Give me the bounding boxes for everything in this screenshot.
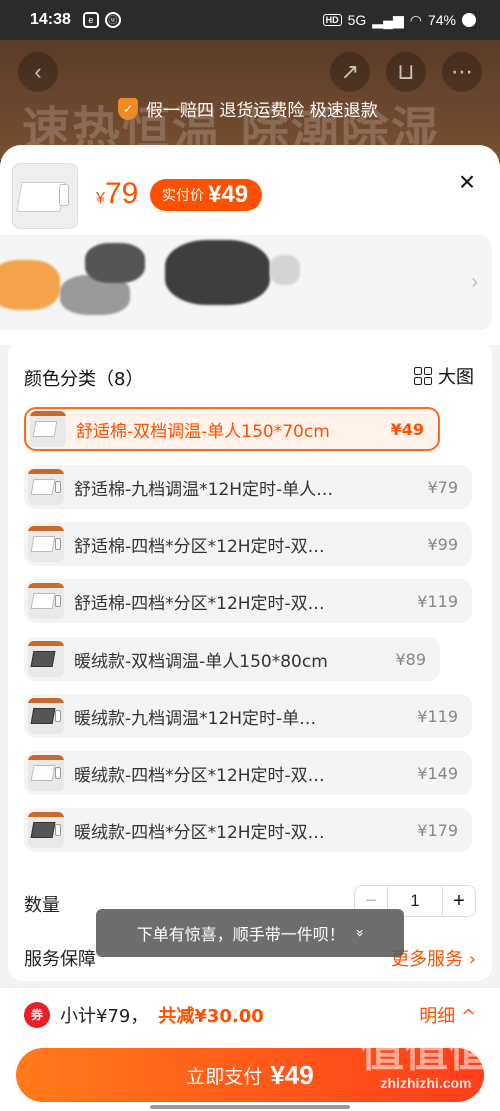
sku-option-price: ¥179 (417, 820, 458, 840)
chevron-right-icon: › (471, 271, 478, 293)
sku-option-price: ¥99 (427, 534, 458, 554)
sku-option-price: ¥79 (427, 477, 458, 497)
sku-option-name: 暖绒款-四档*分区*12H定时-双… (74, 822, 325, 843)
pay-label: 立即支付 (186, 1065, 263, 1088)
sku-option[interactable]: 暖绒款-四档*分区*12H定时-双… ¥179 (24, 808, 472, 852)
toast-chevron-icon: » (351, 928, 368, 938)
coupon-icon: 券 (24, 1002, 50, 1028)
promo-image-scribble (165, 240, 270, 305)
status-time: 14:38 (30, 11, 71, 28)
color-category-title: 颜色分类（8） (24, 369, 144, 390)
sku-option[interactable]: 舒适棉-四档*分区*12H定时-双… ¥119 (24, 579, 472, 623)
sku-option-thumbnail (28, 698, 64, 734)
promo-image-scribble (270, 255, 300, 285)
guarantee-text: 假一赔四 退货运费险 极速退款 (146, 101, 378, 121)
watermark-logo-text: 值值值 (360, 1026, 492, 1077)
actual-price-value: ¥49 (208, 181, 249, 208)
original-price: ¥79 (96, 177, 139, 210)
subtotal-text: 小计¥79， (60, 1006, 149, 1027)
sku-option[interactable]: 暖绒款-双档调温-单人150*80cm ¥89 (24, 637, 440, 681)
sku-option[interactable]: 舒适棉-双档调温-单人150*70cm ¥49 (24, 407, 440, 451)
signal-icon: ▂▄▆ (372, 11, 404, 28)
quantity-label: 数量 (24, 895, 60, 916)
quantity-plus-button[interactable]: + (443, 886, 475, 916)
subtotal-summary: 券 小计¥79， 共减¥30.00 (24, 1002, 264, 1028)
actual-price-badge: 实付价 ¥49 (150, 179, 263, 211)
battery-percent: 74% (427, 12, 456, 28)
promo-image-scribble (85, 243, 145, 283)
sku-option-price: ¥49 (390, 419, 424, 439)
app-notification-icon: e (82, 12, 99, 28)
product-banner: 速热恒温 除潮除湿 ‹ ↗ ⊔ ⋯ ✓ 假一赔四 退货运费险 极速退款 (0, 40, 500, 160)
share-icon[interactable]: ↗ (330, 52, 370, 92)
sku-option-thumbnail (28, 641, 64, 677)
reduction-text: 共减¥30.00 (158, 1006, 264, 1027)
sku-option-thumbnail (28, 469, 64, 505)
sku-option-name: 舒适棉-四档*分区*12H定时-双… (74, 593, 325, 614)
sku-option-thumbnail (30, 411, 66, 447)
sku-option-name: 暖绒款-双档调温-单人150*80cm (74, 651, 328, 672)
sku-option-thumbnail (28, 526, 64, 562)
sku-selector-sheet: ¥79 实付价 ¥49 × › 颜色分类（8） 大图 舒适棉-双档调温-单人15… (0, 145, 500, 1111)
home-indicator (150, 1105, 350, 1109)
big-view-toggle[interactable]: 大图 (414, 363, 474, 389)
battery-icon (462, 13, 476, 27)
sku-option-thumbnail (28, 812, 64, 848)
more-icon[interactable]: ⋯ (442, 52, 482, 92)
sheet-header: ¥79 实付价 ¥49 × › (0, 145, 500, 345)
sku-option-name: 舒适棉-九档调温*12H定时-单人… (74, 479, 334, 500)
toast-message: 下单有惊喜，顺手带一件呗！ » (96, 909, 404, 957)
sku-option[interactable]: 暖绒款-九档调温*12H定时-单… ¥119 (24, 694, 472, 738)
service-label: 服务保障 (24, 949, 96, 970)
sku-option-thumbnail (28, 755, 64, 791)
wifi-icon: ◠ (409, 11, 422, 28)
grid-view-icon (414, 367, 432, 385)
big-view-label: 大图 (438, 367, 474, 388)
shield-check-icon: ✓ (118, 97, 138, 120)
app-notification-icon-2: ⓤ (104, 12, 121, 28)
controller-image (59, 184, 69, 206)
sku-option-price: ¥119 (417, 591, 458, 611)
promo-strip[interactable]: › (0, 235, 492, 330)
guarantee-bar: ✓ 假一赔四 退货运费险 极速退款 (118, 96, 378, 121)
hd-icon: HD (322, 14, 342, 26)
watermark-url: zhizhizhi.com (380, 1075, 472, 1091)
close-icon[interactable]: × (455, 168, 479, 196)
sku-option[interactable]: 舒适棉-九档调温*12H定时-单人… ¥79 (24, 465, 472, 509)
status-right: HD 5G ▂▄▆ ◠ 74% (322, 11, 476, 29)
detail-toggle[interactable]: 明细 ^ (419, 1002, 476, 1028)
back-icon[interactable]: ‹ (18, 52, 58, 92)
network-label: 5G (347, 12, 367, 28)
product-thumbnail[interactable] (12, 163, 78, 229)
sku-option-name: 舒适棉-双档调温-单人150*70cm (76, 421, 330, 442)
sku-option-name: 暖绒款-四档*分区*12H定时-双… (74, 765, 325, 786)
cart-icon[interactable]: ⊔ (386, 52, 426, 92)
toast-text: 下单有惊喜，顺手带一件呗！ (136, 925, 345, 944)
sku-option[interactable]: 舒适棉-四档*分区*12H定时-双… ¥99 (24, 522, 472, 566)
sku-option-price: ¥89 (395, 649, 426, 669)
pay-amount: ¥49 (270, 1059, 314, 1090)
status-bar: 14:38 e ⓤ HD 5G ▂▄▆ ◠ 74% (0, 0, 500, 40)
site-watermark: 值值值 zhizhizhi.com (360, 1026, 492, 1091)
sku-option-price: ¥149 (417, 763, 458, 783)
sku-option-name: 暖绒款-九档调温*12H定时-单… (74, 708, 317, 729)
sku-option[interactable]: 暖绒款-四档*分区*12H定时-双… ¥149 (24, 751, 472, 795)
sku-option-thumbnail (28, 583, 64, 619)
sku-option-name: 舒适棉-四档*分区*12H定时-双… (74, 536, 325, 557)
sku-option-price: ¥119 (417, 706, 458, 726)
promo-image-scribble (0, 260, 60, 310)
actual-price-label: 实付价 (162, 188, 204, 204)
checkout-footer: 券 小计¥79， 共减¥30.00 明细 ^ 立即支付 ¥49 值值值 zhiz… (0, 987, 500, 1111)
